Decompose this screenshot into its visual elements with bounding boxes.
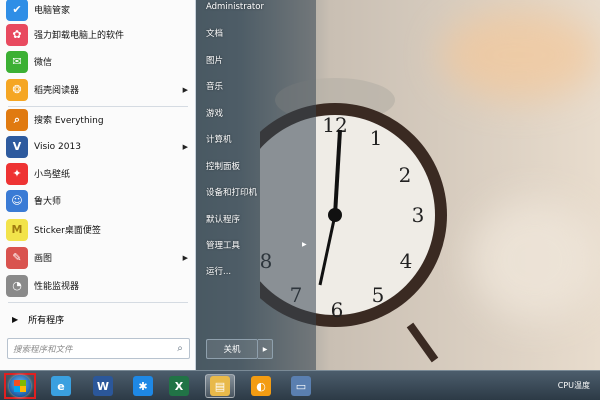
place-item[interactable]: 控制面板 <box>206 160 240 172</box>
paint-icon: ✎ <box>6 246 28 269</box>
submenu-arrow-icon: ▶ <box>302 241 307 248</box>
svg-text:5: 5 <box>372 283 385 307</box>
visio-icon: V <box>6 135 28 158</box>
bird-icon: ✦ <box>6 162 28 185</box>
multicolor-petal-icon: ✿ <box>6 23 28 46</box>
program-label: 画图 <box>34 254 53 264</box>
program-item[interactable]: ◔ 性能监视器 <box>0 272 196 299</box>
taskbar-app-button[interactable]: X <box>164 374 194 398</box>
shutdown-label: 关机 <box>223 345 241 355</box>
program-label: 鲁大师 <box>34 197 62 207</box>
ludashi-icon: ☺ <box>6 189 28 212</box>
start-button[interactable] <box>4 373 36 399</box>
program-label: Sticker桌面便签 <box>34 226 101 236</box>
program-label: 微信 <box>34 58 53 68</box>
program-item[interactable]: ☺ 鲁大师 <box>0 187 196 214</box>
svg-text:6: 6 <box>331 298 344 322</box>
star-app-icon: ✱ <box>133 376 153 396</box>
search-placeholder: 搜索程序和文件 <box>13 344 73 355</box>
taskbar-app-button[interactable]: ▭ <box>286 374 316 398</box>
shield-icon: ✔ <box>6 0 28 21</box>
all-programs-button[interactable]: ▶ 所有程序 <box>0 308 196 330</box>
sticky-note-icon: M <box>6 218 28 241</box>
svg-text:12: 12 <box>322 113 347 137</box>
monitor-gauge-icon: ◔ <box>6 274 28 297</box>
program-label: 小鸟壁纸 <box>34 170 71 180</box>
program-label: 搜索 Everything <box>34 116 104 126</box>
taskbar-app-button[interactable]: ▤ <box>205 374 235 398</box>
place-item[interactable]: 计算机 <box>206 133 232 145</box>
display-settings-icon: ▭ <box>291 376 311 396</box>
program-label: 稻壳阅读器 <box>34 86 80 96</box>
svg-text:1: 1 <box>370 126 383 150</box>
word-icon: W <box>93 376 113 396</box>
reader-icon: ❂ <box>6 78 28 101</box>
submenu-arrow-icon: ▶ <box>182 85 188 94</box>
program-item[interactable]: M Sticker桌面便签 <box>0 216 196 243</box>
place-item[interactable]: 文档 <box>206 27 223 39</box>
svg-text:3: 3 <box>412 203 425 227</box>
triangle-right-icon: ▶ <box>12 314 19 324</box>
separator <box>8 106 188 107</box>
taskbar-app-button[interactable]: ◐ <box>246 374 276 398</box>
start-menu: ✔ 电脑管家 ✿ 强力卸载电脑上的软件 ✉ 微信 ❂ 稻壳阅读器 ▶ ⌕ 搜索 Everything… <box>0 0 316 370</box>
file-explorer-icon: ▤ <box>210 376 230 396</box>
program-label: 强力卸载电脑上的软件 <box>34 31 125 41</box>
search-input[interactable]: 搜索程序和文件 ⌕ <box>7 338 190 359</box>
svg-text:4: 4 <box>400 249 413 273</box>
place-item[interactable]: 游戏 <box>206 107 223 119</box>
shutdown-button[interactable]: 关机 <box>206 339 258 359</box>
svg-text:2: 2 <box>399 163 412 187</box>
start-menu-programs-panel: ✔ 电脑管家 ✿ 强力卸载电脑上的软件 ✉ 微信 ❂ 稻壳阅读器 ▶ ⌕ 搜索 Everything… <box>0 0 196 370</box>
program-label: 性能监视器 <box>34 282 80 292</box>
submenu-arrow-icon: ▶ <box>182 253 188 262</box>
place-item[interactable]: 图片 <box>206 54 223 66</box>
taskbar-app-button[interactable]: e <box>46 374 76 398</box>
place-item[interactable]: 音乐 <box>206 80 223 92</box>
program-label: 电脑管家 <box>34 6 71 16</box>
submenu-arrow-icon: ▶ <box>182 142 188 151</box>
program-item[interactable]: ✉ 微信 <box>0 48 196 75</box>
tray-cpu-temp[interactable]: CPU温度 <box>558 380 590 391</box>
start-menu-places-panel: Administrator 文档图片音乐游戏计算机控制面板设备和打印机 默认程序管理… <box>196 0 316 370</box>
separator <box>8 302 188 303</box>
magnifier-icon: ⌕ <box>6 108 28 131</box>
place-item[interactable]: 设备和打印机 <box>206 186 257 198</box>
shutdown-options-arrow[interactable]: ▶ <box>258 339 273 359</box>
program-item[interactable]: ✦ 小鸟壁纸 <box>0 160 196 187</box>
program-item[interactable]: ❂ 稻壳阅读器 ▶ <box>0 76 196 103</box>
taskbar-app-button[interactable]: W <box>88 374 118 398</box>
user-name[interactable]: Administrator <box>206 2 264 12</box>
excel-icon: X <box>169 376 189 396</box>
wechat-icon: ✉ <box>6 50 28 73</box>
place-item[interactable]: 运行... <box>206 265 231 277</box>
program-item[interactable]: ✔ 电脑管家 <box>0 0 196 23</box>
place-item[interactable]: 管理工具 <box>206 239 240 251</box>
ie-icon: e <box>51 376 71 396</box>
place-item[interactable]: 默认程序 <box>206 213 240 225</box>
program-item[interactable]: V Visio 2013 ▶ <box>0 133 196 160</box>
program-item[interactable]: ⌕ 搜索 Everything <box>0 106 196 133</box>
windows-orb-icon <box>9 375 31 397</box>
orange-browser-icon: ◐ <box>251 376 271 396</box>
taskbar: e W ✱ X ▤ ◐ ▭ CPU温度 <box>0 370 600 400</box>
program-label: Visio 2013 <box>34 141 81 152</box>
program-item[interactable]: ✎ 画图 ▶ <box>0 244 196 271</box>
search-icon[interactable]: ⌕ <box>171 343 189 354</box>
taskbar-app-button[interactable]: ✱ <box>128 374 158 398</box>
all-programs-label: 所有程序 <box>28 315 65 326</box>
program-item[interactable]: ✿ 强力卸载电脑上的软件 <box>0 21 196 48</box>
